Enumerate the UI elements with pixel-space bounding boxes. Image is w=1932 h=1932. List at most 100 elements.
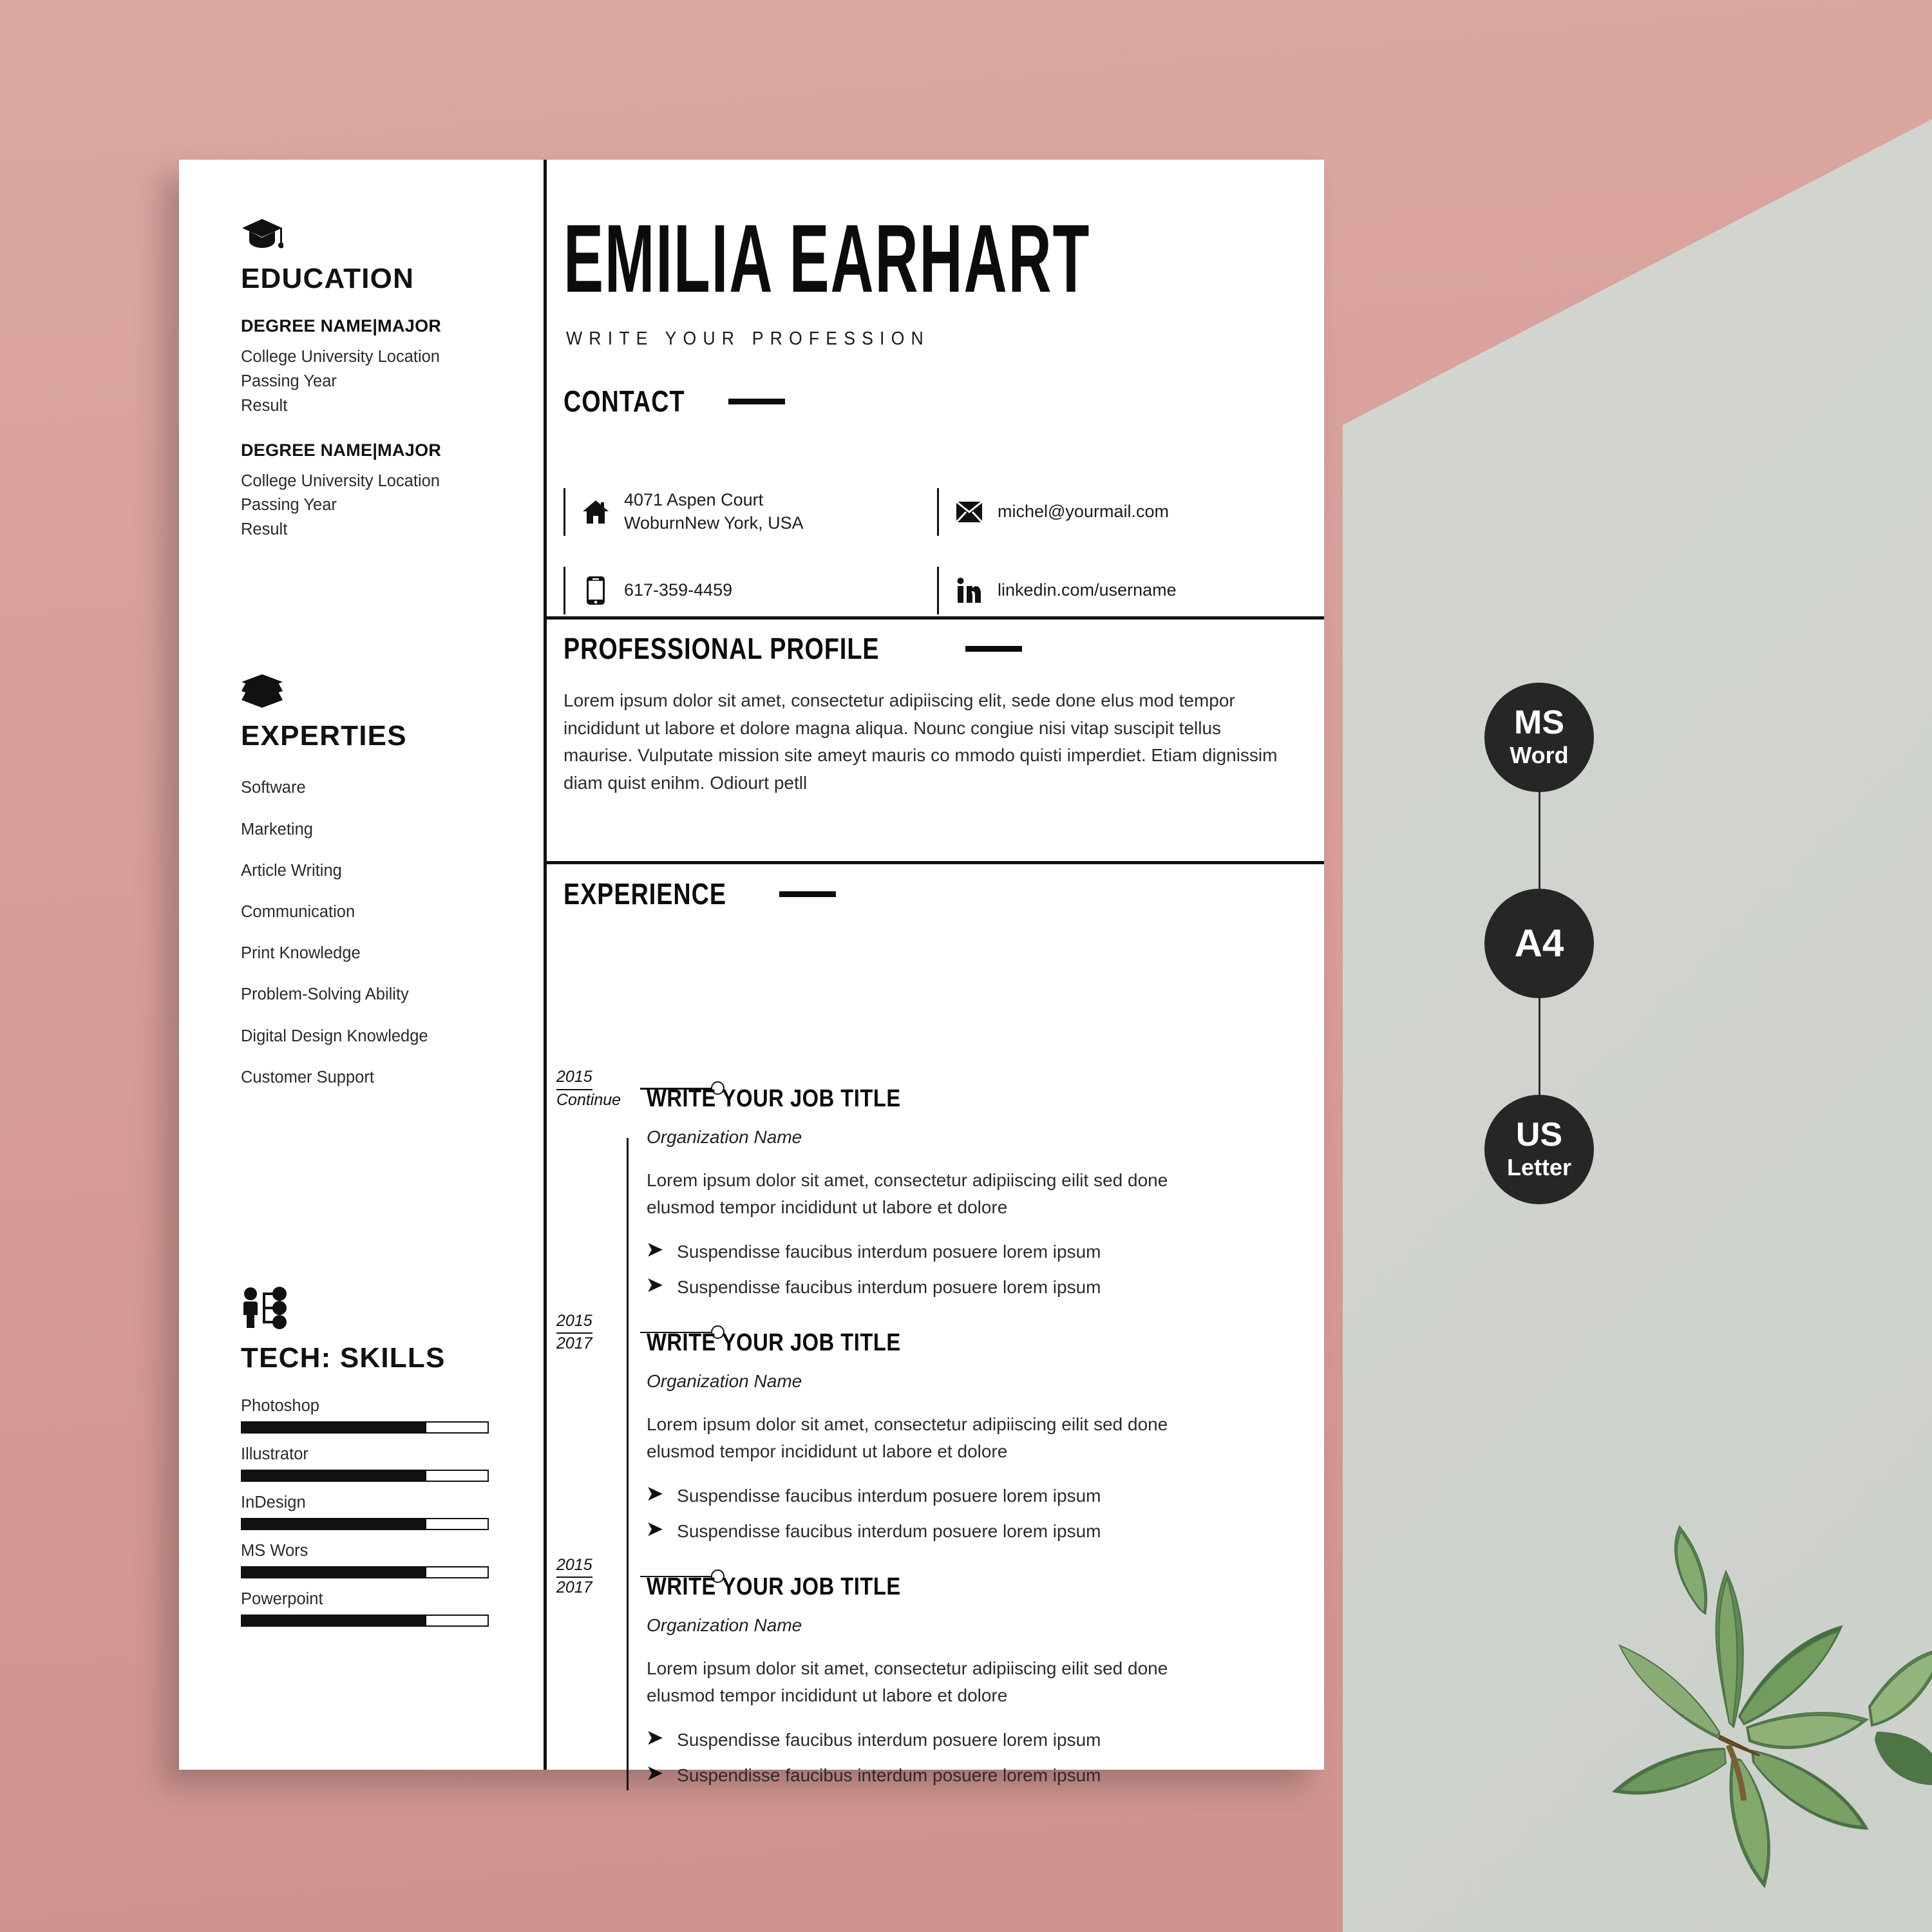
contact-divider-bar — [937, 488, 939, 536]
contact-linkedin-text: linkedin.com/username — [998, 580, 1177, 600]
experience-date-from: 2015 — [556, 1555, 592, 1578]
format-badge-group: MS Word A4 US Letter — [1472, 683, 1607, 1204]
phone-icon — [582, 576, 610, 605]
contact-item-phone[interactable]: 617-359-4459 — [564, 567, 937, 614]
tech-skill-label: MS Wors — [241, 1542, 308, 1560]
person-network-icon — [241, 1287, 511, 1334]
experience-description: Lorem ipsum dolor sit amet, consectetur … — [647, 1658, 1168, 1705]
contact-heading: CONTACT — [564, 384, 785, 419]
experience-bullet: ➤ Suspendisse faucibus interdum posuere l… — [647, 1240, 1324, 1264]
resume-sidebar: EDUCATION DEGREE NAME|MAJOR College Unive… — [179, 160, 544, 1770]
tech-skill-label: Illustrator — [241, 1445, 308, 1464]
experience-bullet-text: Suspendisse faucibus interdum posuere lo… — [677, 1276, 1101, 1297]
experties-item: Problem-Solving Ability — [241, 985, 409, 1004]
experience-heading: EXPERIENCE — [564, 876, 836, 911]
education-degree: DEGREE NAME|MAJOR — [241, 440, 442, 460]
experience-bullet: ➤ Suspendisse faucibus interdum posuere l… — [647, 1728, 1324, 1752]
experience-bullet-text: Suspendisse faucibus interdum posuere lo… — [677, 1242, 1101, 1262]
experience-entry: 2015 2017 WRITE YOUR JOB TITLE Organization… — [556, 1556, 1324, 1788]
graduation-cap-icon — [241, 218, 511, 254]
profession-subtitle: WRITE YOUR PROFESSION — [566, 328, 930, 349]
experience-date: 2015 Continue — [556, 1067, 653, 1110]
experience-job-title: WRITE YOUR JOB TITLE — [647, 1085, 901, 1112]
experties-item: Article Writing — [241, 861, 342, 880]
format-badge: A4 — [1484, 889, 1594, 998]
tech-skill-bar — [241, 1518, 489, 1531]
badge-secondary-label: Letter — [1506, 1153, 1572, 1180]
contact-divider-bar — [564, 567, 565, 614]
envelope-icon — [955, 501, 983, 523]
education-year: Passing Year — [241, 496, 337, 515]
education-year: Passing Year — [241, 372, 337, 391]
contact-phone-text: 617-359-4459 — [624, 580, 733, 600]
layers-icon — [241, 674, 511, 712]
tech-skill-bar — [241, 1421, 489, 1434]
experience-date-to: 2017 — [556, 1334, 592, 1353]
experties-item: Communication — [241, 903, 355, 921]
section-divider-2 — [547, 861, 1324, 864]
contact-item-email[interactable]: michel@yourmail.com — [937, 488, 1311, 536]
format-badge: MS Word — [1484, 683, 1594, 792]
education-institution: College University Location — [241, 471, 440, 490]
address-line-1: 4071 Aspen Court — [624, 490, 764, 510]
contact-divider-bar — [564, 488, 565, 536]
experience-date: 2015 2017 — [556, 1555, 653, 1598]
experience-heading-label: EXPERIENCE — [564, 877, 726, 911]
experience-description: Lorem ipsum dolor sit amet, consectetur … — [647, 1414, 1168, 1461]
education-item: DEGREE NAME|MAJOR College University Loca… — [241, 440, 511, 542]
contact-grid: 4071 Aspen Court WoburnNew York, USA mic… — [564, 488, 1311, 614]
resume-main-column: EMILIA EARHART WRITE YOUR PROFESSION CON… — [547, 160, 1324, 1790]
experties-item: Customer Support — [241, 1068, 374, 1086]
experience-bullet: ➤ Suspendisse faucibus interdum posuere l… — [647, 1518, 1324, 1544]
education-item: DEGREE NAME|MAJOR College University Loca… — [241, 316, 511, 418]
education-heading: EDUCATION — [241, 263, 415, 294]
arrow-bullet-icon: ➤ — [647, 1518, 663, 1540]
experties-section: EXPERTIES Software Marketing Article Writi… — [241, 674, 511, 1107]
contact-item-linkedin[interactable]: linkedin.com/username — [937, 567, 1311, 614]
badge-primary-label: US — [1515, 1115, 1563, 1153]
contact-divider-bar — [937, 567, 939, 614]
experience-bullet: ➤ Suspendisse faucibus interdum posuere l… — [647, 1275, 1324, 1300]
screenshot-canvas: EDUCATION DEGREE NAME|MAJOR College Unive… — [0, 0, 1932, 1932]
tech-skill-row: Photoshop — [241, 1397, 511, 1434]
format-badge: US Letter — [1484, 1095, 1594, 1204]
badge-connector-line — [1538, 998, 1540, 1095]
experties-item: Digital Design Knowledge — [241, 1027, 428, 1045]
experience-bullet-text: Suspendisse faucibus interdum posuere lo… — [677, 1765, 1101, 1785]
plant-illustration — [1507, 1397, 1932, 1932]
tech-skill-label: InDesign — [241, 1493, 306, 1512]
tech-skills-heading: TECH: SKILLS — [241, 1342, 446, 1374]
tech-skill-list: Photoshop Illustrator InDesign MS Wors Power… — [241, 1397, 511, 1627]
tech-skill-row: InDesign — [241, 1493, 511, 1531]
experience-description: Lorem ipsum dolor sit amet, consectetur … — [647, 1170, 1168, 1217]
education-result: Result — [241, 396, 288, 415]
badge-secondary-label: Word — [1510, 741, 1569, 768]
experience-job-title: WRITE YOUR JOB TITLE — [647, 1573, 901, 1600]
tech-skill-row: Illustrator — [241, 1445, 511, 1482]
arrow-bullet-icon: ➤ — [647, 1727, 663, 1748]
badge-primary-label: MS — [1514, 703, 1564, 741]
tech-skill-bar — [241, 1470, 489, 1482]
profile-body-text: Lorem ipsum dolor sit amet, consectetur … — [564, 690, 1278, 793]
heading-rule — [965, 645, 1023, 652]
education-degree: DEGREE NAME|MAJOR — [241, 316, 442, 336]
home-icon — [582, 499, 610, 525]
tech-skills-section: TECH: SKILLS Photoshop Illustrator InDesig… — [241, 1287, 511, 1638]
heading-rule — [779, 891, 836, 897]
experience-entry-list: 2015 Continue WRITE YOUR JOB TITLE Organiza… — [556, 1068, 1324, 1788]
experience-date-to: Continue — [556, 1090, 621, 1109]
experience-bullet: ➤ Suspendisse faucibus interdum posuere l… — [647, 1762, 1324, 1788]
arrow-bullet-icon: ➤ — [647, 1762, 663, 1784]
contact-heading-label: CONTACT — [564, 384, 685, 418]
experties-item: Marketing — [241, 820, 313, 838]
contact-item-address[interactable]: 4071 Aspen Court WoburnNew York, USA — [564, 488, 937, 536]
tech-skill-bar — [241, 1566, 489, 1579]
badge-connector-line — [1538, 792, 1540, 889]
arrow-bullet-icon: ➤ — [647, 1239, 663, 1260]
experties-heading: EXPERTIES — [241, 720, 407, 752]
experience-organization: Organization Name — [647, 1370, 802, 1391]
experience-timeline: 2015 Continue WRITE YOUR JOB TITLE Organiza… — [547, 1068, 1324, 1799]
arrow-bullet-icon: ➤ — [647, 1482, 663, 1504]
experience-bullet: ➤ Suspendisse faucibus interdum posuere l… — [647, 1484, 1324, 1508]
education-item-list: DEGREE NAME|MAJOR College University Loca… — [241, 316, 511, 542]
